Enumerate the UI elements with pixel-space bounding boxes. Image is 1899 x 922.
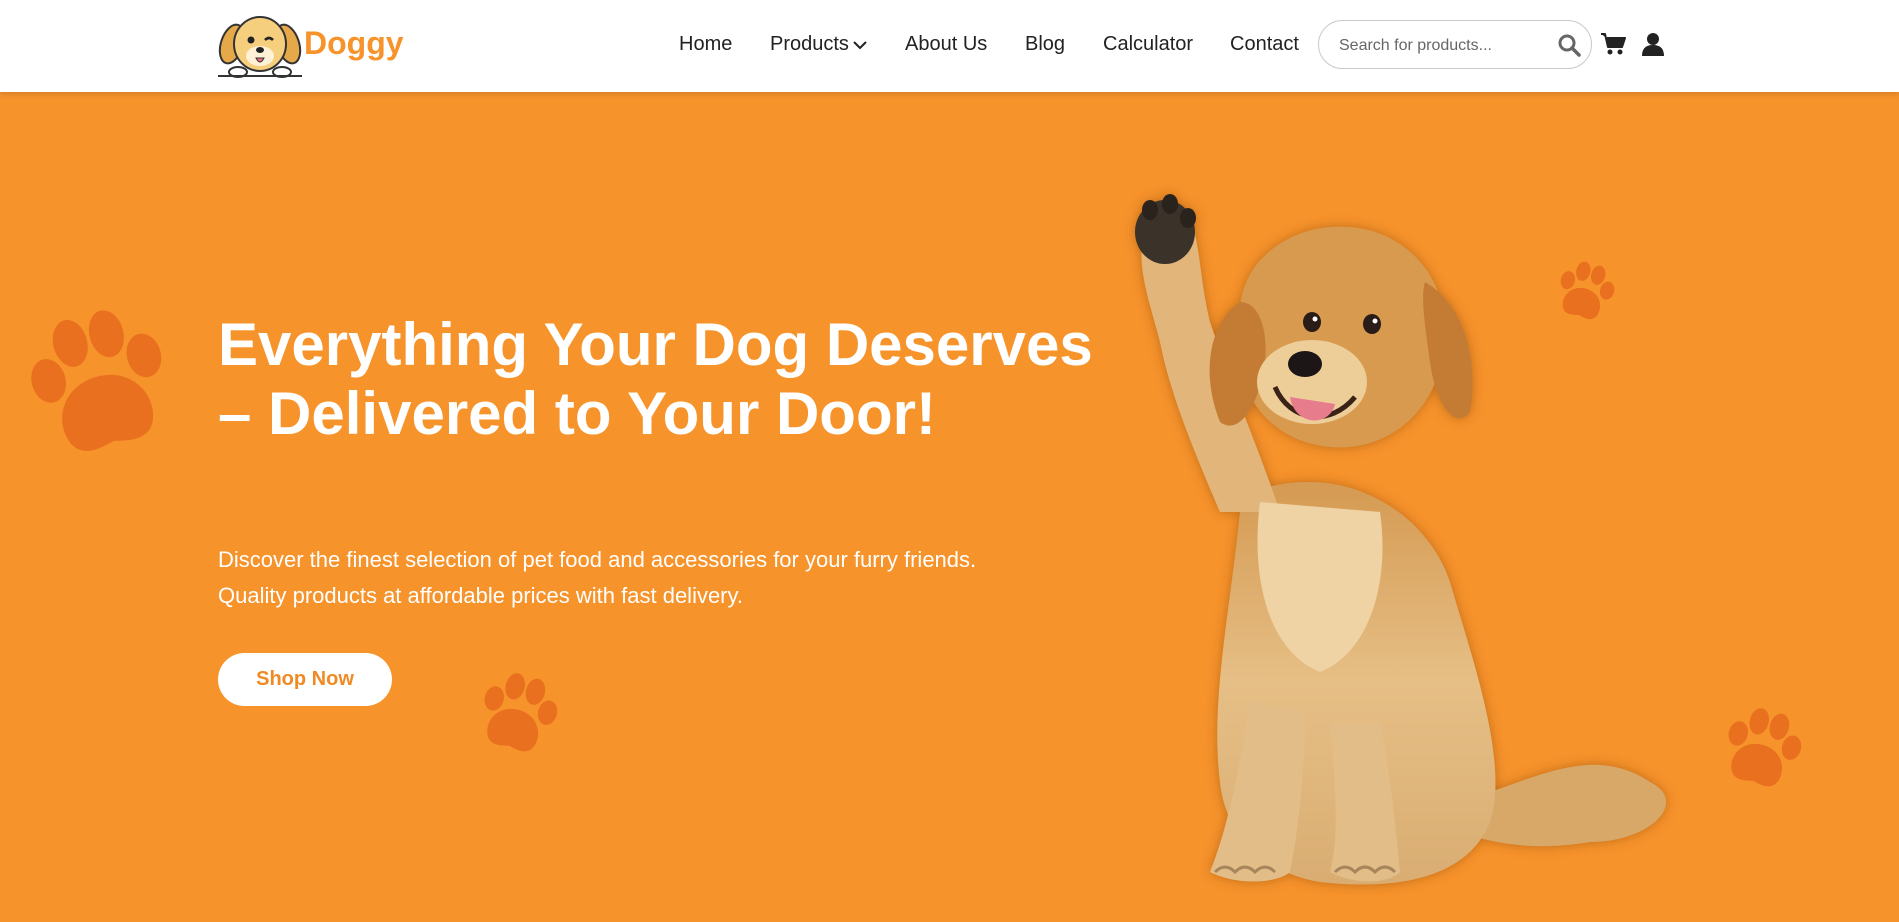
golden-retriever-image <box>1135 194 1667 885</box>
paw-print-icon <box>1728 708 1802 787</box>
brand-name: Doggy <box>304 24 404 61</box>
nav-calculator[interactable]: Calculator <box>1103 30 1193 58</box>
hero-description: Discover the finest selection of pet foo… <box>218 547 977 608</box>
search-input[interactable] <box>1337 32 1551 60</box>
nav-contact[interactable]: Contact <box>1230 30 1299 58</box>
brand-logo[interactable]: Doggy <box>218 8 404 78</box>
hero-title: Everything Your Dog Deserves – Delivered… <box>218 311 1093 447</box>
nav-blog[interactable]: Blog <box>1025 30 1065 58</box>
search-box <box>1318 20 1592 69</box>
chevron-down-icon <box>853 41 867 50</box>
cart-icon <box>1601 33 1626 55</box>
paw-print-icon <box>484 673 558 752</box>
dog-logo-icon <box>218 16 302 78</box>
search-icon <box>1558 34 1581 57</box>
nav-products-label: Products <box>770 33 849 55</box>
cart-button[interactable] <box>1600 32 1626 61</box>
user-icon <box>1642 33 1664 56</box>
shop-now-button[interactable]: Shop Now <box>218 653 392 706</box>
site-header: Doggy Home Products About Us Blog Calcul… <box>0 0 1899 92</box>
search-button[interactable] <box>1557 33 1581 62</box>
hero-section: Everything Your Dog Deserves – Delivered… <box>0 92 1899 907</box>
account-button[interactable] <box>1642 32 1664 61</box>
paw-print-icon <box>31 310 162 451</box>
nav-home[interactable]: Home <box>679 30 732 58</box>
nav-products[interactable]: Products <box>770 30 867 58</box>
nav-about[interactable]: About Us <box>905 30 987 58</box>
